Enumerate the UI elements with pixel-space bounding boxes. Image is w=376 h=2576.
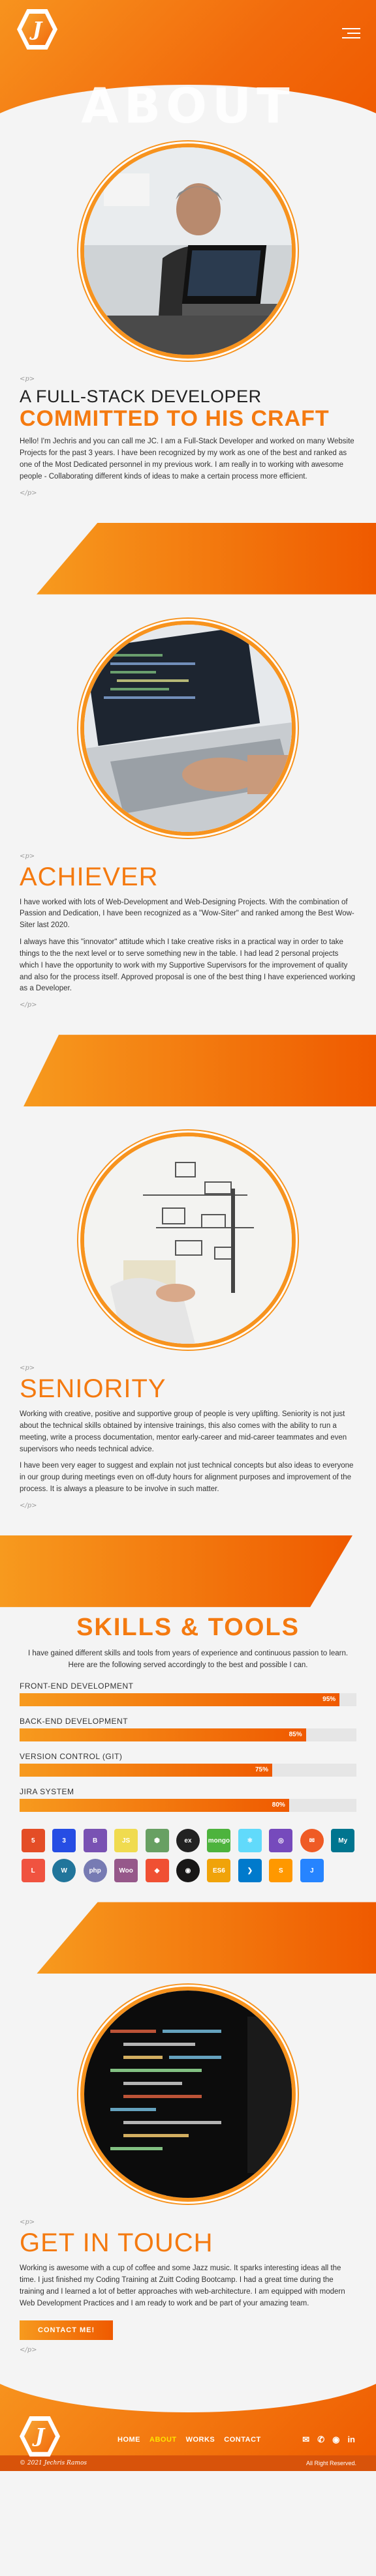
skill-label: BACK-END DEVELOPMENT — [20, 1717, 129, 1726]
skill-label: FRONT-END DEVELOPMENT — [20, 1681, 134, 1691]
hamburger-menu-icon[interactable] — [342, 25, 360, 42]
sublime-icon: S — [269, 1859, 293, 1883]
achiever-title: ACHIEVER — [20, 862, 159, 891]
laptop-coding-photo — [80, 620, 296, 836]
tag-open: <p> — [20, 1365, 35, 1372]
skill-fill: 80% — [20, 1799, 289, 1813]
contact-section: <p> GET IN TOUCH Working is awesome with… — [0, 1974, 376, 2354]
tag-close: </p> — [20, 2346, 37, 2354]
logo-letter: J — [32, 18, 42, 41]
code-screen-photo — [80, 1987, 296, 2202]
skill-item: JIRA SYSTEM 80% — [20, 1787, 356, 1813]
skill-track: 75% — [20, 1764, 356, 1777]
footer-nav-works[interactable]: WORKS — [186, 2436, 215, 2444]
seniority-text-2: I have been very eager to suggest and ex… — [20, 1462, 354, 1494]
tech-icon-grid: 5 3 B JS ⬢ ex mongo ⚛ ◎ ✉ My L Wphp Woo ◆ ◉ ES6 ❯ S J — [20, 1829, 356, 1883]
tag-open: <p> — [20, 376, 35, 383]
footer-nav-contact[interactable]: CONTACT — [224, 2436, 260, 2444]
tag-open: <p> — [20, 852, 35, 860]
contact-text: Working is awesome with a cup of coffee … — [20, 2264, 345, 2307]
intro-section: <p> A FULL-STACK DEVELOPER COMMITTED TO … — [0, 117, 376, 497]
achiever-text-2: I always have this "innovator" attitude … — [20, 938, 355, 993]
footer-nav-about[interactable]: ABOUT — [149, 2436, 177, 2444]
express-icon: ex — [176, 1829, 200, 1853]
skills-section: SKILLS & TOOLS I have gained different s… — [0, 1614, 376, 1883]
skill-item: FRONT-END DEVELOPMENT 95% — [20, 1681, 356, 1707]
footer-nav-home[interactable]: HOME — [118, 2436, 140, 2444]
skill-fill: 95% — [20, 1693, 340, 1707]
tag-open: <p> — [20, 2219, 35, 2227]
site-logo[interactable]: J — [17, 9, 57, 50]
footer-social: ✉ ✆ ◉ in — [302, 2435, 355, 2445]
git-icon: ◆ — [145, 1859, 169, 1883]
logo-letter: J — [35, 2425, 45, 2448]
css3-icon: 3 — [52, 1829, 76, 1853]
seniority-section: <p> SENIORITY Working with creative, pos… — [0, 1106, 376, 1509]
javascript-icon: JS — [114, 1829, 138, 1853]
seniority-title: SENIORITY — [20, 1374, 166, 1404]
html5-icon: 5 — [21, 1829, 45, 1853]
footer-logo[interactable]: J — [20, 2416, 60, 2457]
achiever-section: <p> ACHIEVER I have worked with lots of … — [0, 595, 376, 1009]
skill-track: 95% — [20, 1693, 356, 1707]
footer-nav: HOME ABOUT WORKS CONTACT — [118, 2436, 261, 2444]
skill-percent: 80% — [272, 1801, 285, 1809]
redux-icon: ◎ — [269, 1829, 293, 1853]
jira-icon: J — [300, 1859, 324, 1883]
bootstrap-icon: B — [83, 1829, 107, 1853]
seniority-text-1: Working with creative, positive and supp… — [20, 1410, 347, 1453]
skill-fill: 85% — [20, 1728, 306, 1742]
woocommerce-icon: Woo — [114, 1859, 138, 1883]
postman-icon: ✉ — [300, 1829, 324, 1853]
skill-label: VERSION CONTROL (GIT) — [20, 1752, 123, 1762]
skill-track: 80% — [20, 1799, 356, 1813]
mongodb-icon: mongo — [207, 1829, 231, 1853]
skill-item: BACK-END DEVELOPMENT 85% — [20, 1717, 356, 1742]
laravel-icon: L — [21, 1859, 45, 1883]
intro-title: COMMITTED TO HIS CRAFT — [20, 406, 330, 431]
nodejs-icon: ⬢ — [145, 1829, 169, 1853]
mysql-icon: My — [331, 1829, 355, 1853]
whiteboard-photo — [80, 1133, 296, 1348]
github-icon: ◉ — [176, 1859, 200, 1883]
decorative-strip — [0, 1902, 376, 1974]
intro-text: Hello! I'm Jechris and you can call me J… — [20, 437, 354, 481]
tag-close: </p> — [20, 1001, 37, 1009]
hero-title: ABOUT — [81, 78, 295, 124]
decorative-strip — [0, 1535, 376, 1607]
php-icon: php — [83, 1859, 107, 1883]
footer-signature: © 2021 Jechris Ramos — [20, 2459, 87, 2466]
vscode-icon: ❯ — [238, 1859, 262, 1883]
achiever-text-1: I have worked with lots of Web-Developme… — [20, 898, 354, 930]
skill-percent: 75% — [255, 1766, 268, 1774]
es6-icon: ES6 — [207, 1859, 231, 1883]
wordpress-icon: W — [52, 1859, 76, 1883]
skills-title: SKILLS & TOOLS — [76, 1613, 300, 1641]
site-footer: J HOME ABOUT WORKS CONTACT ✉ ✆ ◉ in © 2021 Jec… — [0, 2379, 376, 2471]
footer-bottom-bar: © 2021 Jechris Ramos All Right Reserved. — [0, 2455, 376, 2471]
developer-photo — [80, 143, 296, 359]
contact-me-button[interactable]: CONTACT ME! — [20, 2320, 114, 2340]
linkedin-icon[interactable]: in — [347, 2435, 355, 2445]
tag-close: </p> — [20, 489, 37, 497]
footer-rights: All Right Reserved. — [306, 2459, 356, 2466]
skill-track: 85% — [20, 1728, 356, 1742]
react-icon: ⚛ — [238, 1829, 262, 1853]
skill-percent: 95% — [322, 1696, 336, 1704]
skill-fill: 75% — [20, 1764, 272, 1777]
skill-item: VERSION CONTROL (GIT) 75% — [20, 1752, 356, 1777]
contact-title: GET IN TOUCH — [20, 2228, 213, 2258]
skills-intro: I have gained different skills and tools… — [27, 1649, 349, 1669]
github-icon[interactable]: ◉ — [332, 2435, 339, 2445]
skill-label: JIRA SYSTEM — [20, 1787, 74, 1797]
skill-percent: 85% — [289, 1731, 302, 1739]
email-icon[interactable]: ✉ — [302, 2435, 309, 2445]
hero-header: J ABOUT — [0, 0, 376, 124]
intro-kicker: A FULL-STACK DEVELOPER — [20, 387, 262, 406]
skill-list: FRONT-END DEVELOPMENT 95% BACK-END DEVELOP… — [20, 1681, 356, 1813]
decorative-strip — [0, 522, 376, 595]
decorative-strip — [0, 1035, 376, 1107]
tag-close: </p> — [20, 1502, 37, 1509]
mobile-icon[interactable]: ✆ — [317, 2435, 324, 2445]
